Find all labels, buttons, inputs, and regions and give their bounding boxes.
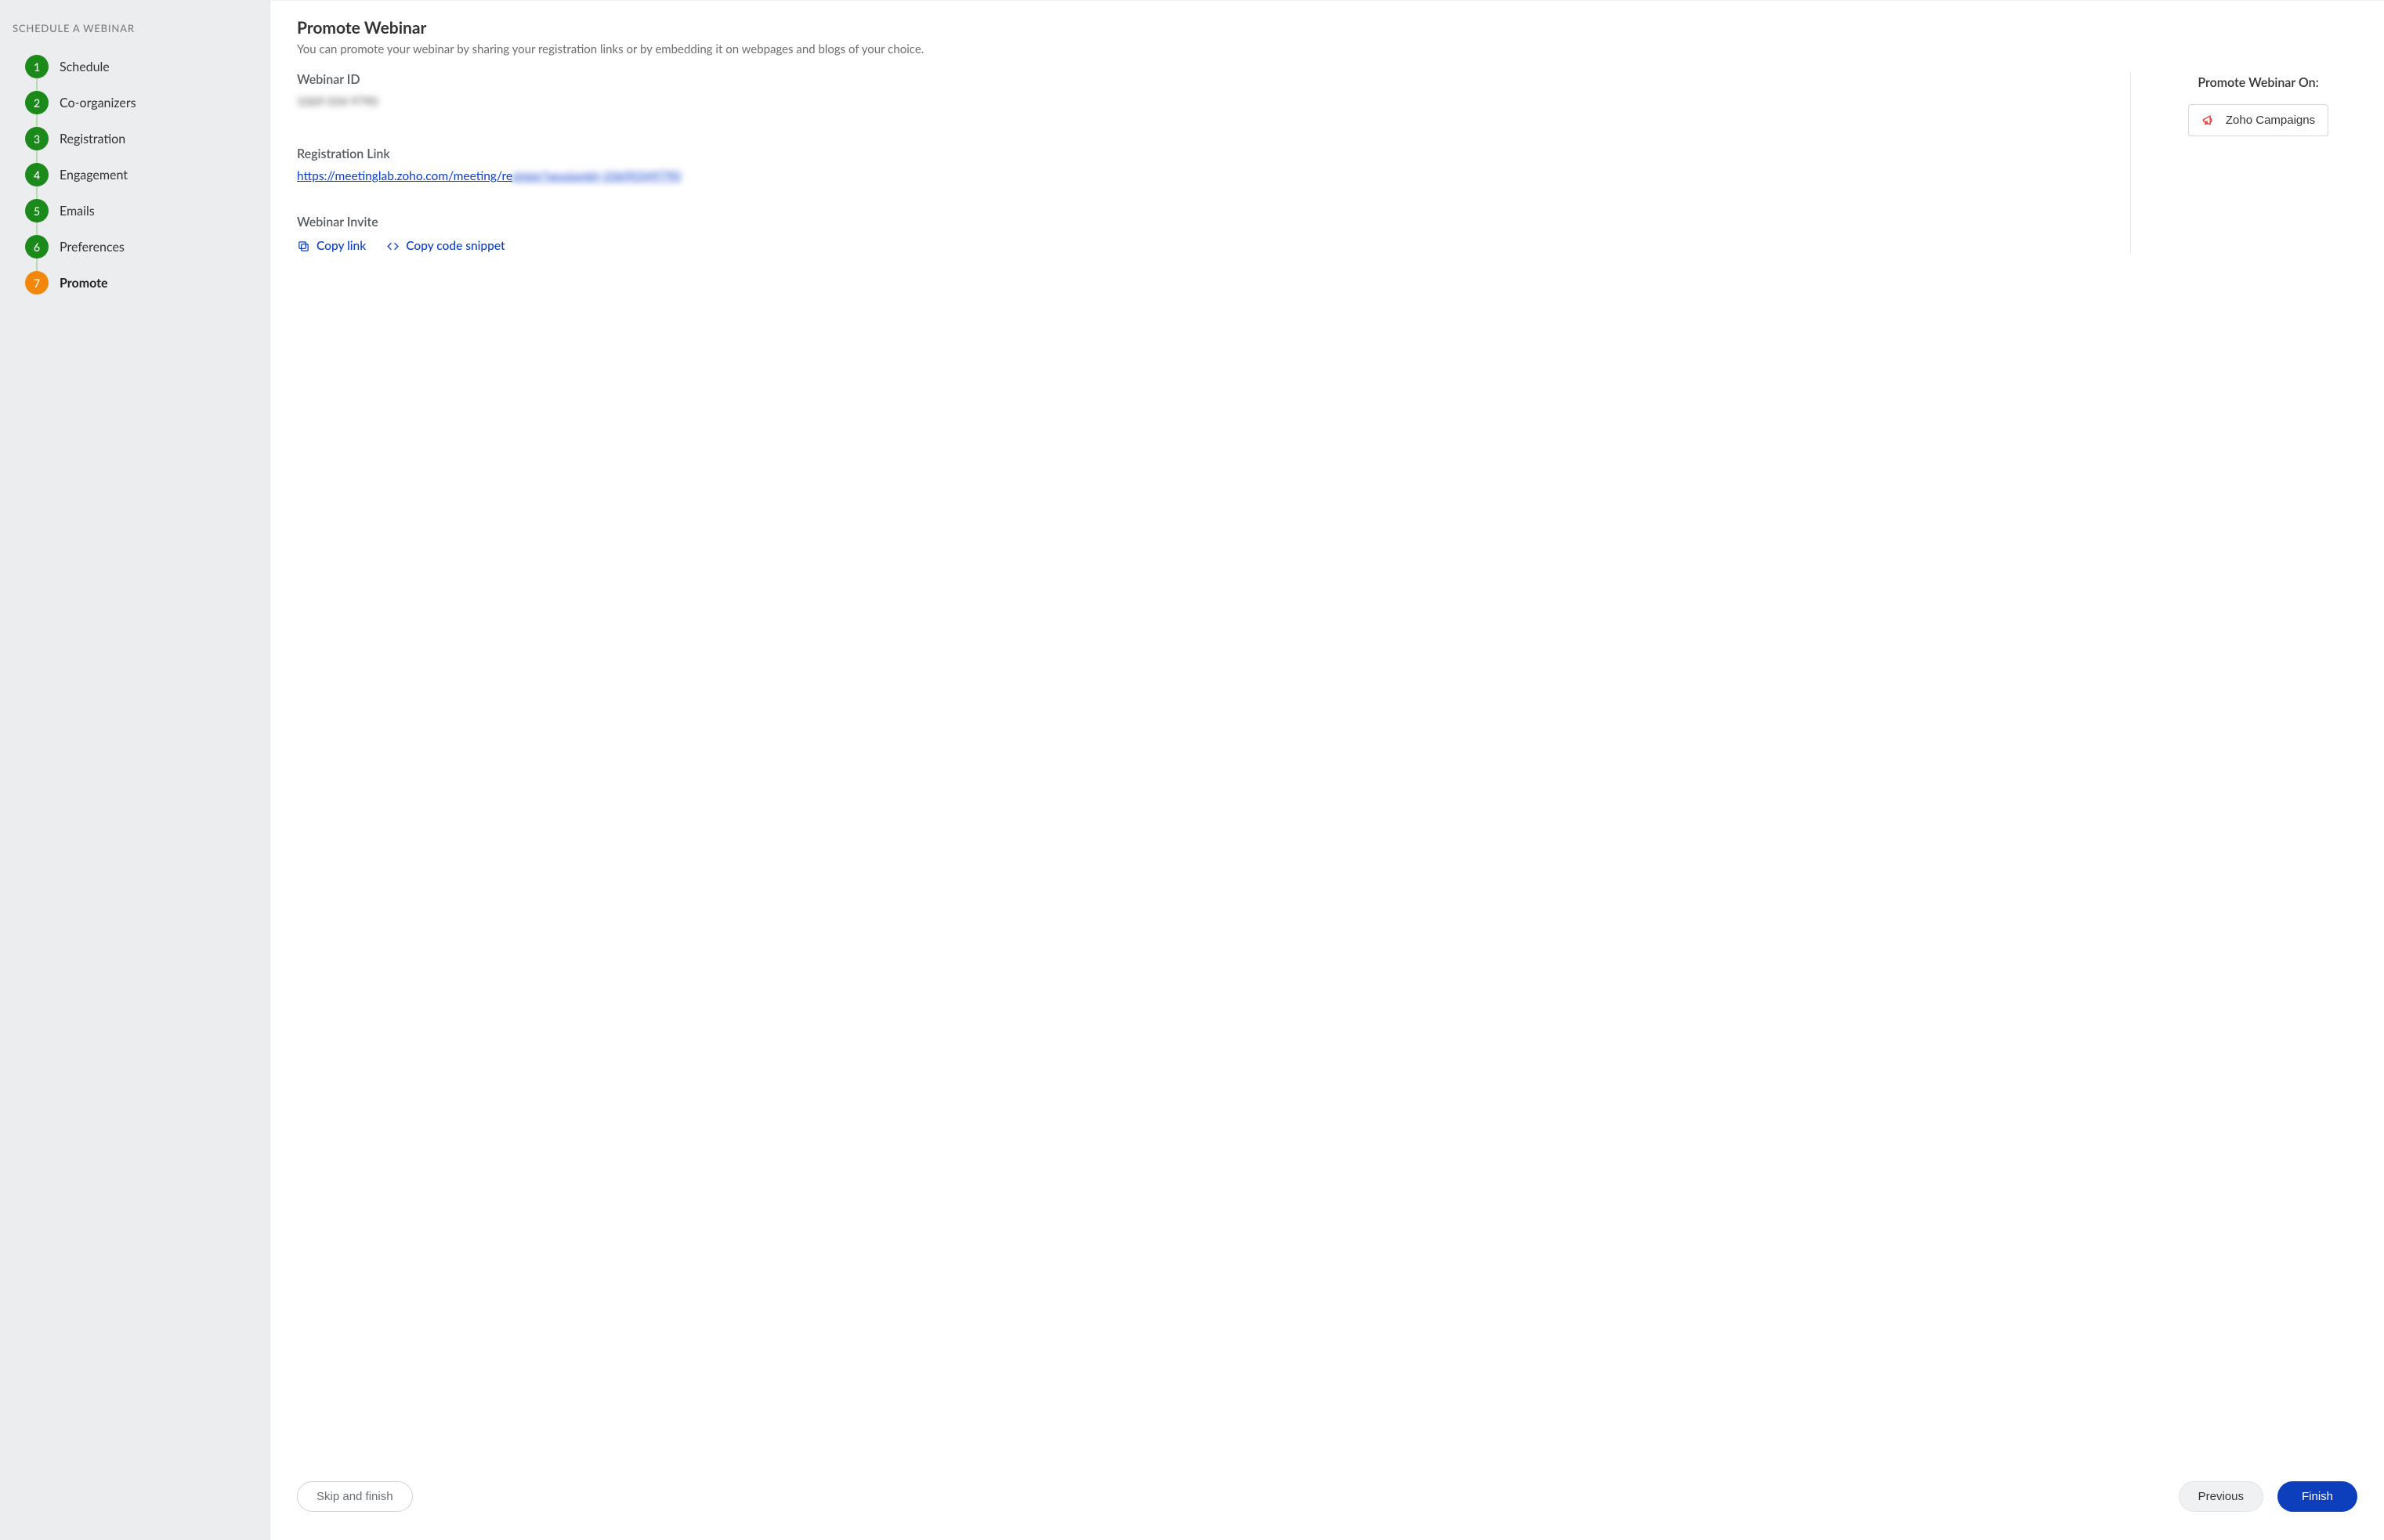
step-label: Preferences bbox=[60, 240, 125, 255]
megaphone-icon bbox=[2201, 113, 2216, 128]
main-panel: Promote Webinar You can promote your web… bbox=[270, 0, 2384, 1540]
webinar-id-label: Webinar ID bbox=[297, 72, 2099, 87]
registration-link[interactable]: https://meetinglab.zoho.com/meeting/regi… bbox=[297, 169, 681, 183]
step-promote[interactable]: 7 Promote bbox=[13, 265, 257, 301]
step-co-organizers[interactable]: 2 Co-organizers bbox=[13, 85, 257, 121]
webinar-id-value: 1069 034 9790 bbox=[297, 95, 378, 109]
step-number: 1 bbox=[25, 55, 49, 78]
step-label: Co-organizers bbox=[60, 96, 136, 110]
copy-icon bbox=[297, 240, 310, 253]
sidebar: SCHEDULE A WEBINAR 1 Schedule 2 Co-organ… bbox=[0, 0, 270, 1540]
step-label: Promote bbox=[60, 276, 108, 291]
registration-link-label: Registration Link bbox=[297, 146, 2099, 161]
skip-and-finish-button[interactable]: Skip and finish bbox=[297, 1481, 413, 1512]
registration-link-visible: https://meetinglab.zoho.com/meeting/re bbox=[297, 169, 512, 183]
step-number: 5 bbox=[25, 199, 49, 222]
invite-actions: Copy link Copy code snippet bbox=[297, 239, 2099, 253]
step-engagement[interactable]: 4 Engagement bbox=[13, 157, 257, 193]
content-columns: Webinar ID 1069 034 9790 Registration Li… bbox=[297, 72, 2357, 253]
finish-button[interactable]: Finish bbox=[2277, 1481, 2357, 1512]
copy-link-button[interactable]: Copy link bbox=[297, 239, 366, 253]
copy-snippet-label: Copy code snippet bbox=[406, 239, 505, 253]
right-column: Promote Webinar On: Zoho Campaigns bbox=[2130, 72, 2357, 253]
code-icon bbox=[386, 240, 400, 253]
step-emails[interactable]: 5 Emails bbox=[13, 193, 257, 229]
step-schedule[interactable]: 1 Schedule bbox=[13, 49, 257, 85]
footer-right-group: Previous Finish bbox=[2179, 1481, 2357, 1512]
step-registration[interactable]: 3 Registration bbox=[13, 121, 257, 157]
registration-link-redacted: gister?sessionId=10690349790 bbox=[512, 169, 681, 183]
page-title: Promote Webinar bbox=[297, 18, 2357, 38]
main-content: Promote Webinar You can promote your web… bbox=[270, 1, 2384, 1464]
step-label: Emails bbox=[60, 204, 95, 219]
step-number: 4 bbox=[25, 163, 49, 186]
step-number: 3 bbox=[25, 127, 49, 150]
step-label: Registration bbox=[60, 132, 125, 146]
promote-on-label: Promote Webinar On: bbox=[2159, 75, 2357, 90]
previous-button[interactable]: Previous bbox=[2179, 1481, 2263, 1512]
webinar-invite-label: Webinar Invite bbox=[297, 215, 2099, 230]
zoho-campaigns-button[interactable]: Zoho Campaigns bbox=[2188, 104, 2328, 136]
step-number: 6 bbox=[25, 235, 49, 258]
zoho-campaigns-label: Zoho Campaigns bbox=[2226, 114, 2315, 127]
step-list: 1 Schedule 2 Co-organizers 3 Registratio… bbox=[13, 49, 257, 301]
page-description: You can promote your webinar by sharing … bbox=[297, 42, 2357, 56]
step-preferences[interactable]: 6 Preferences bbox=[13, 229, 257, 265]
step-label: Schedule bbox=[60, 60, 110, 74]
copy-snippet-button[interactable]: Copy code snippet bbox=[386, 239, 505, 253]
step-label: Engagement bbox=[60, 168, 128, 183]
sidebar-title: SCHEDULE A WEBINAR bbox=[13, 22, 257, 44]
footer-bar: Skip and finish Previous Finish bbox=[270, 1464, 2384, 1540]
copy-link-label: Copy link bbox=[317, 239, 366, 253]
step-number: 2 bbox=[25, 91, 49, 114]
left-column: Webinar ID 1069 034 9790 Registration Li… bbox=[297, 72, 2099, 253]
step-number: 7 bbox=[25, 271, 49, 295]
